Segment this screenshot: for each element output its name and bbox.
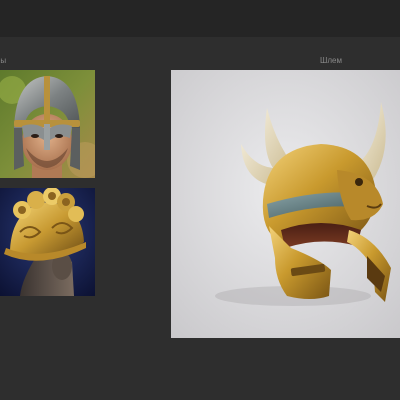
top-bar xyxy=(0,0,400,37)
viking-helmet-image xyxy=(0,70,95,178)
thumbnail-viking-helmet[interactable] xyxy=(0,70,95,178)
main-preview-horned-lion-helmet[interactable] xyxy=(171,70,400,338)
golden-helmet-image xyxy=(0,188,95,296)
thumbnail-golden-helmet[interactable] xyxy=(0,188,95,296)
left-panel-label: ны xyxy=(0,56,7,65)
right-panel-label: Шлем xyxy=(320,56,342,65)
horned-lion-helmet-image xyxy=(171,70,400,338)
app-window: ны Шлем xyxy=(0,0,400,400)
